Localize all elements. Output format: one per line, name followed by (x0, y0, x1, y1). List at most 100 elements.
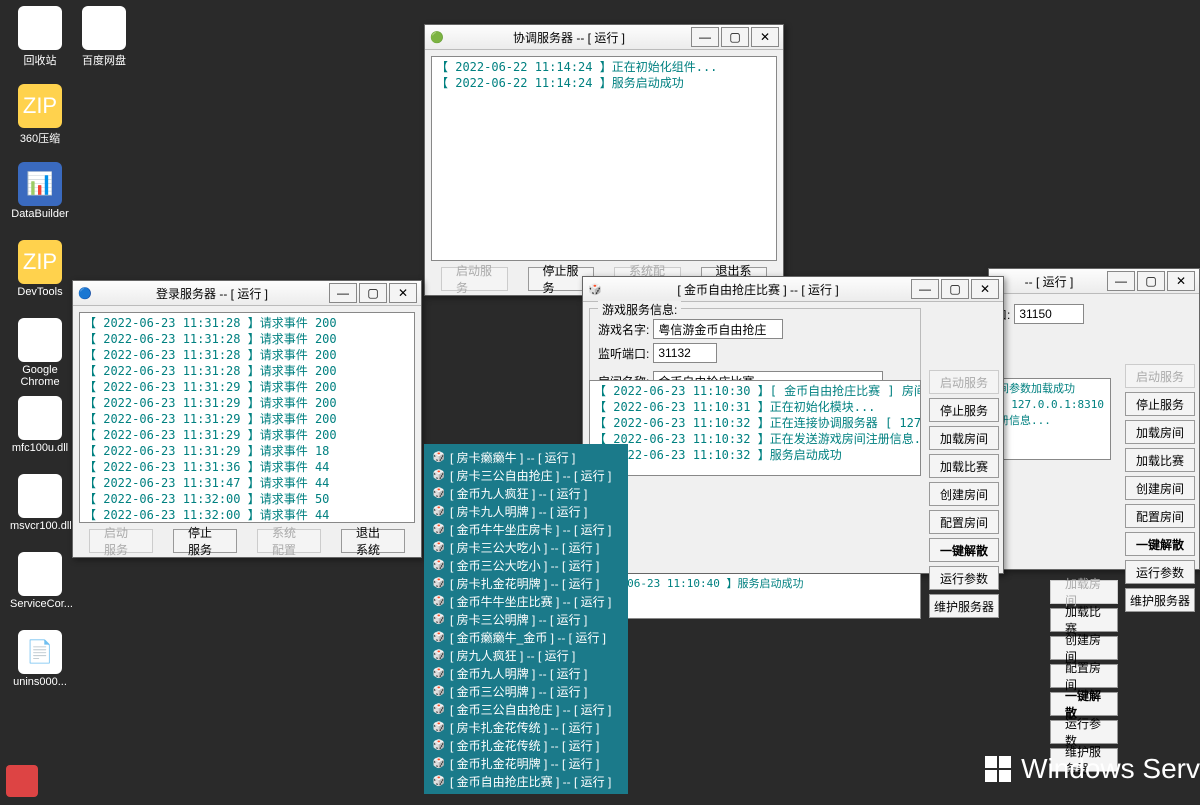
close-button[interactable]: ✕ (751, 27, 779, 47)
task-item[interactable]: 🎲[ 金币扎金花明牌 ] -- [ 运行 ] (424, 754, 628, 772)
task-item[interactable]: 🎲[ 金币九人疯狂 ] -- [ 运行 ] (424, 484, 628, 502)
port-input[interactable] (653, 343, 717, 363)
taskbar-group-popup[interactable]: 🎲[ 房卡癞癞牛 ] -- [ 运行 ]🎲[ 房卡三公自由抢庄 ] -- [ 运… (424, 444, 628, 794)
desktop-icon[interactable]: 🗑回收站 (10, 6, 70, 68)
desktop-icon[interactable]: ∞百度网盘 (74, 6, 134, 68)
side-button[interactable]: 运行参数 (1125, 560, 1195, 584)
side-button[interactable]: 维护服务器 (929, 594, 999, 618)
side-button[interactable]: 维护服务器 (1125, 588, 1195, 612)
taskbar-app-icon[interactable] (6, 765, 46, 801)
task-item[interactable]: 🎲[ 房卡扎金花明牌 ] -- [ 运行 ] (424, 574, 628, 592)
task-item[interactable]: 🎲[ 金币牛牛坐庄房卡 ] -- [ 运行 ] (424, 520, 628, 538)
side-button[interactable]: 加载房间 (1050, 580, 1118, 604)
close-button[interactable]: ✕ (389, 283, 417, 303)
side-button[interactable]: 运行参数 (929, 566, 999, 590)
titlebar[interactable]: 🟢 协调服务器 -- [ 运行 ] — ▢ ✕ (425, 25, 783, 50)
desktop-icon[interactable]: ZIP360压缩 (10, 84, 70, 146)
close-button[interactable]: ✕ (971, 279, 999, 299)
maximize-button[interactable]: ▢ (359, 283, 387, 303)
side-button[interactable]: 启动服务 (1125, 364, 1195, 388)
side-button[interactable]: 创建房间 (1125, 476, 1195, 500)
file-icon: ⚙ (18, 396, 62, 440)
task-item[interactable]: 🎲[ 金币自由抢庄比赛 ] -- [ 运行 ] (424, 772, 628, 790)
side-button[interactable]: 一键解散 (1050, 692, 1118, 716)
log-area[interactable]: 【 2022-06-22 11:14:24 】正在初始化组件...【 2022-… (431, 56, 777, 261)
task-item[interactable]: 🎲[ 金币三公明牌 ] -- [ 运行 ] (424, 682, 628, 700)
task-item[interactable]: 🎲[ 房卡三公大吃小 ] -- [ 运行 ] (424, 538, 628, 556)
log-line: 【 2022-06-23 11:31:47 】请求事件 44 (84, 475, 410, 491)
task-label: [ 房卡扎金花传统 ] -- [ 运行 ] (450, 719, 599, 736)
file-icon: 🗑 (18, 6, 62, 50)
side-button[interactable]: 加载房间 (929, 426, 999, 450)
close-button[interactable]: ✕ (1167, 271, 1195, 291)
maximize-button[interactable]: ▢ (941, 279, 969, 299)
task-item[interactable]: 🎲[ 房卡三公自由抢庄 ] -- [ 运行 ] (424, 466, 628, 484)
titlebar[interactable]: 🎲 [ 金币自由抢庄比赛 ] -- [ 运行 ] — ▢ ✕ (583, 277, 1003, 302)
window-title: 协调服务器 -- [ 运行 ] (449, 29, 689, 46)
task-item[interactable]: 🎲[ 房卡扎金花传统 ] -- [ 运行 ] (424, 718, 628, 736)
log-area[interactable]: 【 2022-06-23 11:10:30 】[ 金币自由抢庄比赛 ] 房间参数… (589, 380, 921, 476)
log-line: 【 2022-06-23 11:31:29 】请求事件 200 (84, 427, 410, 443)
titlebar[interactable]: -- [ 运行 ] — ▢ ✕ (989, 269, 1199, 294)
task-item[interactable]: 🎲[ 金币牛牛坐庄比赛 ] -- [ 运行 ] (424, 592, 628, 610)
side-button[interactable]: 加载房间 (1125, 420, 1195, 444)
exit-button[interactable]: 退出系统 (341, 529, 405, 553)
minimize-button[interactable]: — (911, 279, 939, 299)
side-button[interactable]: 配置房间 (1125, 504, 1195, 528)
side-button[interactable]: 停止服务 (1125, 392, 1195, 416)
file-icon: 📄 (18, 630, 62, 674)
maximize-button[interactable]: ▢ (1137, 271, 1165, 291)
desktop-icon[interactable]: ⚙mfc100u.dll (10, 396, 70, 454)
desktop-icon[interactable]: ⚙ServiceCor... (10, 552, 70, 610)
app-icon: 🎲 (432, 756, 446, 770)
task-label: [ 金币九人明牌 ] -- [ 运行 ] (450, 665, 587, 682)
desktop-icon[interactable]: ⚙ msvcr100.dll (10, 474, 70, 532)
app-icon: 🎲 (432, 612, 446, 626)
maximize-button[interactable]: ▢ (721, 27, 749, 47)
side-button[interactable]: 启动服务 (929, 370, 999, 394)
file-icon: ⚙ (18, 474, 62, 518)
side-button[interactable]: 一键解散 (1125, 532, 1195, 556)
file-icon: ZIP (18, 84, 62, 128)
task-item[interactable]: 🎲[ 金币九人明牌 ] -- [ 运行 ] (424, 664, 628, 682)
minimize-button[interactable]: — (329, 283, 357, 303)
side-button[interactable]: 加载比赛 (1050, 608, 1118, 632)
task-item[interactable]: 🎲[ 金币扎金花传统 ] -- [ 运行 ] (424, 736, 628, 754)
side-button[interactable]: 运行参数 (1050, 720, 1118, 744)
log-area[interactable]: 【 2022-06-23 11:31:28 】请求事件 200【 2022-06… (79, 312, 415, 523)
task-item[interactable]: 🎲[ 房卡九人明牌 ] -- [ 运行 ] (424, 502, 628, 520)
task-item[interactable]: 🎲[ 房九人疯狂 ] -- [ 运行 ] (424, 646, 628, 664)
task-item[interactable]: 🎲[ 房卡三公明牌 ] -- [ 运行 ] (424, 610, 628, 628)
titlebar[interactable]: 🔵 登录服务器 -- [ 运行 ] — ▢ ✕ (73, 281, 421, 306)
side-button[interactable]: 加载比赛 (929, 454, 999, 478)
app-icon: 🎲 (432, 648, 446, 662)
side-button[interactable]: 创建房间 (929, 482, 999, 506)
side-button[interactable]: 一键解散 (929, 538, 999, 562)
minimize-button[interactable]: — (1107, 271, 1135, 291)
gamename-input[interactable] (653, 319, 783, 339)
side-button[interactable]: 创建房间 (1050, 636, 1118, 660)
minimize-button[interactable]: — (691, 27, 719, 47)
side-button[interactable]: 配置房间 (1050, 664, 1118, 688)
stop-button[interactable]: 停止服务 (173, 529, 237, 553)
side-button[interactable]: 停止服务 (929, 398, 999, 422)
desktop-icon[interactable]: ZIPDevTools (10, 240, 70, 298)
log-line: 【 2022-06-23 11:10:30 】[ 金币自由抢庄比赛 ] 房间参数… (594, 383, 916, 399)
desktop-icon[interactable]: 📄unins000... (10, 630, 70, 688)
side-button[interactable]: 配置房间 (929, 510, 999, 534)
log-area[interactable]: 间参数加载成功[ 127.0.0.1:8310 ]册信息... (993, 378, 1111, 460)
side-button[interactable]: 加载比赛 (1125, 448, 1195, 472)
start-button[interactable]: 启动服务 (89, 529, 153, 553)
task-item[interactable]: 🎲[ 房卡癞癞牛 ] -- [ 运行 ] (424, 448, 628, 466)
start-button[interactable]: 启动服务 (441, 267, 508, 291)
config-button[interactable]: 系统配置 (257, 529, 321, 553)
icon-label: msvcr100.dll (10, 520, 70, 532)
window-title: 登录服务器 -- [ 运行 ] (97, 285, 327, 302)
desktop-icon[interactable]: 📊DataBuilder (10, 162, 70, 220)
port-input[interactable] (1014, 304, 1084, 324)
task-item[interactable]: 🎲[ 金币三公大吃小 ] -- [ 运行 ] (424, 556, 628, 574)
task-item[interactable]: 🎲[ 金币三公自由抢庄 ] -- [ 运行 ] (424, 700, 628, 718)
desktop-icon[interactable]: ◉Google Chrome (10, 318, 70, 388)
task-item[interactable]: 🎲[ 金币癞癞牛_金币 ] -- [ 运行 ] (424, 628, 628, 646)
log-area-2[interactable]: 2022-06-23 11:10:40 】服务启动成功 (589, 574, 921, 619)
